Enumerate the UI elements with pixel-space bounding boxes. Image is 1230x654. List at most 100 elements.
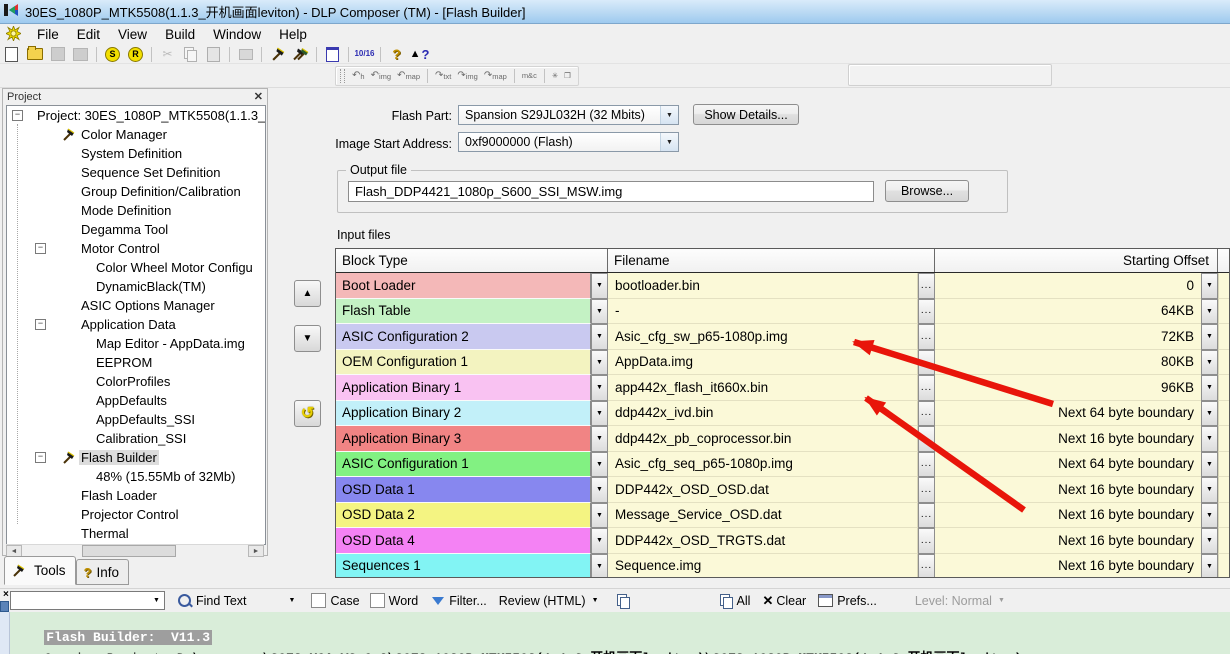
filter-button[interactable]: Filter... — [449, 594, 487, 608]
print-icon[interactable] — [235, 46, 256, 63]
starting-offset-cell[interactable]: Next 16 byte boundary — [935, 528, 1201, 554]
block-type-dropdown-icon[interactable]: ▼ — [591, 375, 608, 401]
block-type-dropdown-icon[interactable]: ▼ — [591, 400, 608, 426]
offset-dropdown-icon[interactable]: ▼ — [1201, 324, 1218, 350]
tree-item[interactable]: ASIC Options Manager — [7, 296, 265, 315]
report-document-icon[interactable] — [322, 46, 343, 63]
block-type-dropdown-icon[interactable]: ▼ — [591, 349, 608, 375]
filename-cell[interactable]: ddp442x_pb_coprocessor.bin — [608, 426, 918, 452]
toolbar-grip[interactable] — [340, 69, 345, 83]
level-dropdown-icon[interactable]: ▼ — [998, 597, 1005, 604]
offset-dropdown-icon[interactable]: ▼ — [1201, 528, 1218, 554]
starting-offset-cell[interactable]: 0 — [935, 273, 1201, 299]
undo-button[interactable]: ↺ — [294, 400, 321, 427]
starting-offset-cell[interactable]: Next 16 byte boundary — [935, 553, 1201, 577]
flash-toolbar-h-icon[interactable]: ↶ h — [352, 71, 365, 81]
block-type-dropdown-icon[interactable]: ▼ — [591, 451, 608, 477]
sequence-badge-icon[interactable]: S — [102, 46, 123, 63]
filename-cell[interactable]: ddp442x_ivd.bin — [608, 400, 918, 426]
flash-toolbar-img-icon[interactable]: ↶ img — [371, 71, 391, 81]
hex-decimal-toggle-icon[interactable]: 10/16 — [354, 46, 375, 63]
offset-dropdown-icon[interactable]: ▼ — [1201, 273, 1218, 299]
block-type-dropdown-icon[interactable]: ▼ — [591, 298, 608, 324]
browse-ellipsis-button[interactable]: ... — [918, 298, 935, 324]
find-text-combo[interactable]: ▼ — [10, 591, 165, 610]
tree-item[interactable]: Map Editor - AppData.img — [7, 334, 265, 353]
tree-item[interactable]: Mode Definition — [7, 201, 265, 220]
tree-item[interactable]: Projector Control — [7, 505, 265, 524]
starting-offset-cell[interactable]: 72KB — [935, 324, 1201, 350]
tree-item[interactable]: Color Wheel Motor Configu — [7, 258, 265, 277]
browse-ellipsis-button[interactable]: ... — [918, 324, 935, 350]
filename-cell[interactable]: Asic_cfg_sw_p65-1080p.img — [608, 324, 918, 350]
case-checkbox[interactable] — [311, 593, 327, 608]
chevron-down-icon[interactable]: ▼ — [149, 597, 164, 604]
browse-ellipsis-button[interactable]: ... — [918, 477, 935, 503]
project-panel-close-icon[interactable]: ✕ — [254, 91, 263, 102]
browse-ellipsis-button[interactable]: ... — [918, 426, 935, 452]
context-help-icon[interactable]: ▲? — [409, 46, 430, 63]
clear-icon[interactable]: ✕ — [762, 593, 773, 609]
block-type-cell[interactable]: ASIC Configuration 1 — [336, 451, 591, 477]
tree-item[interactable]: Flash Loader — [7, 486, 265, 505]
move-down-button[interactable]: ▼ — [294, 325, 321, 352]
block-type-cell[interactable]: Application Binary 1 — [336, 375, 591, 401]
menu-item-build[interactable]: Build — [156, 25, 204, 44]
block-type-cell[interactable]: OEM Configuration 1 — [336, 349, 591, 375]
block-type-dropdown-icon[interactable]: ▼ — [591, 477, 608, 503]
show-details-button[interactable]: Show Details... — [693, 104, 799, 125]
tree-item[interactable]: DynamicBlack(TM) — [7, 277, 265, 296]
filename-cell[interactable]: AppData.img — [608, 349, 918, 375]
filename-cell[interactable]: bootloader.bin — [608, 273, 918, 299]
flash-toolbar-map-icon[interactable]: ↷ map — [484, 71, 507, 81]
cut-icon[interactable]: ✂ — [157, 46, 178, 63]
block-type-dropdown-icon[interactable]: ▼ — [591, 324, 608, 350]
starting-offset-cell[interactable]: Next 64 byte boundary — [935, 451, 1201, 477]
menu-item-view[interactable]: View — [109, 25, 156, 44]
review-html-button[interactable]: Review (HTML) — [499, 594, 586, 608]
offset-dropdown-icon[interactable]: ▼ — [1201, 477, 1218, 503]
flash-toolbar-map-icon[interactable]: ↶ map — [397, 71, 420, 81]
output-pane-grip[interactable] — [0, 601, 9, 612]
block-type-cell[interactable]: OSD Data 2 — [336, 502, 591, 528]
offset-dropdown-icon[interactable]: ▼ — [1201, 400, 1218, 426]
offset-dropdown-icon[interactable]: ▼ — [1201, 426, 1218, 452]
chevron-down-icon[interactable]: ▼ — [660, 133, 678, 151]
tree-item[interactable]: Thermal — [7, 524, 265, 543]
offset-dropdown-icon[interactable]: ▼ — [1201, 349, 1218, 375]
tab-info[interactable]: ? Info — [75, 559, 129, 585]
filename-cell[interactable]: DDP442x_OSD_OSD.dat — [608, 477, 918, 503]
review-dropdown-icon[interactable]: ▼ — [592, 597, 599, 604]
tree-item[interactable]: System Definition — [7, 144, 265, 163]
browse-ellipsis-button[interactable]: ... — [918, 528, 935, 554]
block-type-dropdown-icon[interactable]: ▼ — [591, 553, 608, 577]
block-type-cell[interactable]: Application Binary 2 — [336, 400, 591, 426]
menu-item-help[interactable]: Help — [270, 25, 316, 44]
move-up-button[interactable]: ▲ — [294, 280, 321, 307]
copy-all-label[interactable]: All — [737, 594, 751, 608]
menu-item-file[interactable]: File — [28, 25, 68, 44]
tree-item[interactable]: AppDefaults — [7, 391, 265, 410]
tree-expander-minus[interactable]: − — [35, 319, 46, 330]
filename-cell[interactable]: Asic_cfg_seq_p65-1080p.img — [608, 451, 918, 477]
tree-expander-minus[interactable]: − — [35, 243, 46, 254]
block-type-cell[interactable]: Flash Table — [336, 298, 591, 324]
tree-item[interactable]: − Application Data — [7, 315, 265, 334]
save-icon[interactable] — [47, 46, 68, 63]
block-type-dropdown-icon[interactable]: ▼ — [591, 426, 608, 452]
menu-item-edit[interactable]: Edit — [68, 25, 109, 44]
flash-part-combo[interactable]: Spansion S29JL032H (32 Mbits) ▼ — [458, 105, 679, 125]
tree-expander-minus[interactable]: − — [12, 110, 23, 121]
tree-item[interactable]: Sequence Set Definition — [7, 163, 265, 182]
offset-dropdown-icon[interactable]: ▼ — [1201, 375, 1218, 401]
filename-cell[interactable]: app442x_flash_it660x.bin — [608, 375, 918, 401]
starting-offset-cell[interactable]: Next 16 byte boundary — [935, 502, 1201, 528]
flash-toolbar-mc-icon[interactable]: m&c — [522, 72, 537, 80]
starting-offset-cell[interactable]: Next 16 byte boundary — [935, 477, 1201, 503]
menu-item-window[interactable]: Window — [204, 25, 270, 44]
tree-item[interactable]: − Project: 30ES_1080P_MTK5508(1.1.3_ — [7, 106, 265, 125]
output-file-input[interactable]: Flash_DDP4421_1080p_S600_SSI_MSW.img — [348, 181, 874, 202]
flash-toolbar-txt-icon[interactable]: ↷ txt — [435, 71, 451, 81]
tree-item[interactable]: − Flash Builder — [7, 448, 265, 467]
tree-item[interactable]: − Motor Control — [7, 239, 265, 258]
